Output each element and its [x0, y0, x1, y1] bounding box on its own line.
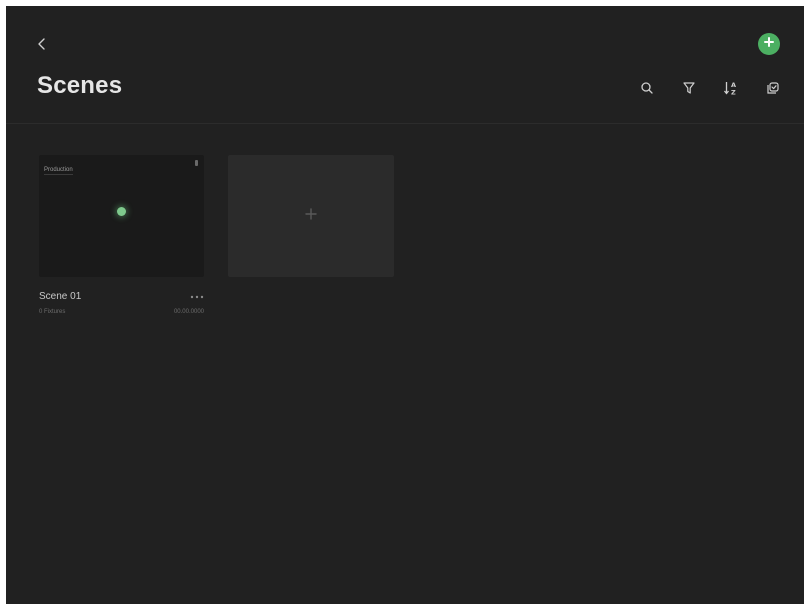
more-options-button[interactable]	[182, 291, 204, 302]
scene-name: Scene 01	[39, 290, 82, 302]
add-scene-button[interactable]	[758, 33, 780, 55]
thumbnail-corner-icon	[195, 160, 198, 166]
plus-circle-icon	[763, 35, 775, 53]
back-button[interactable]	[32, 34, 52, 58]
scene-card: Production Scene 01 0 Fixtures 00.00.000…	[39, 155, 204, 315]
thumbnail-tag: Production	[44, 167, 73, 175]
chevron-left-icon	[37, 37, 47, 56]
new-scene-card[interactable]	[228, 155, 394, 277]
plus-icon	[305, 207, 317, 225]
scene-thumbnail[interactable]: Production	[39, 155, 204, 277]
toolbar: A Z	[626, 78, 794, 102]
fixture-dot	[117, 207, 126, 216]
header-divider	[6, 123, 804, 124]
sort-az-icon: A Z	[723, 80, 739, 101]
ellipsis-icon	[190, 295, 204, 298]
page-title: Scenes	[37, 72, 123, 99]
sort-button[interactable]: A Z	[710, 78, 752, 102]
svg-text:Z: Z	[731, 88, 736, 96]
scenes-screen: Scenes A Z Production Scene 01 0 Fixture…	[6, 6, 804, 604]
scene-date: 00.00.0000	[173, 309, 204, 315]
scene-fixture-count: 0 Fixtures	[39, 309, 66, 315]
filter-icon	[682, 81, 696, 100]
search-button[interactable]	[626, 78, 668, 102]
select-icon	[765, 80, 781, 101]
filter-button[interactable]	[668, 78, 710, 102]
select-button[interactable]	[752, 78, 794, 102]
search-icon	[640, 81, 654, 100]
